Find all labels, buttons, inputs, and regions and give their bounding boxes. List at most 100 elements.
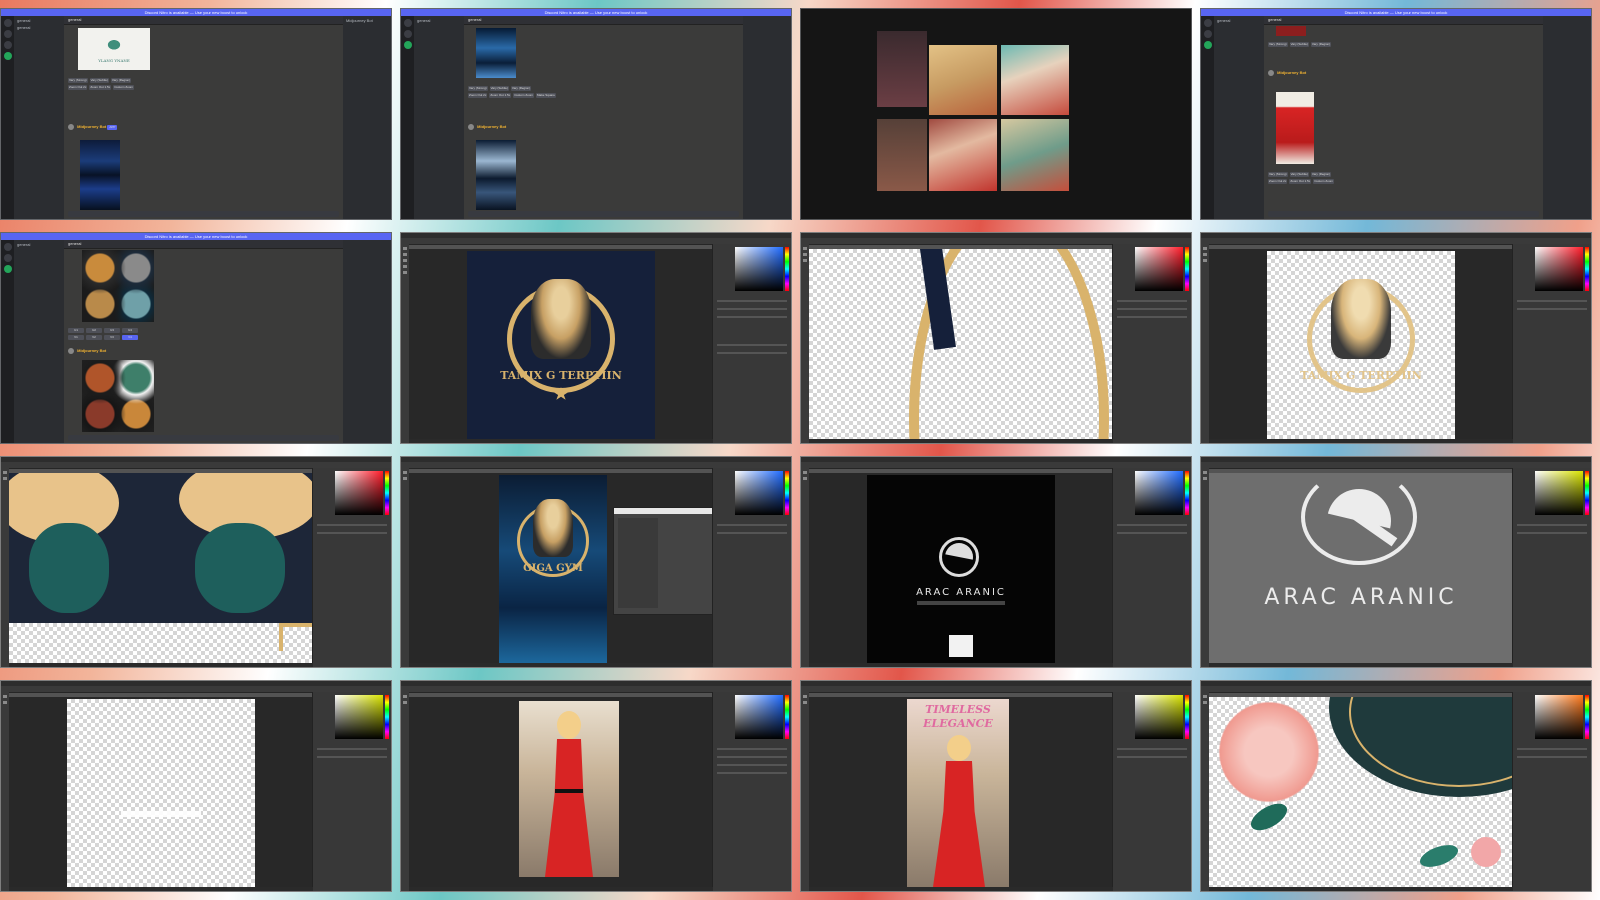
- preview-thumbnail[interactable]: [877, 31, 927, 107]
- color-picker[interactable]: [735, 247, 783, 291]
- ps-canvas-area[interactable]: [1209, 697, 1513, 887]
- ps-toolbar[interactable]: [801, 468, 809, 667]
- ps-canvas-area[interactable]: ARAC ARANIC: [809, 473, 1113, 663]
- midjourney-image[interactable]: [1276, 92, 1314, 164]
- color-picker[interactable]: [1535, 471, 1583, 515]
- ps-right-panel[interactable]: [1112, 692, 1191, 891]
- ps-right-panel[interactable]: [1112, 468, 1191, 667]
- ps-tool-icon[interactable]: [803, 471, 807, 474]
- ps-tool-icon[interactable]: [803, 253, 807, 256]
- ps-tool-icon[interactable]: [1203, 695, 1207, 698]
- ps-right-panel[interactable]: [712, 692, 791, 891]
- custom-zoom-button[interactable]: Custom Zoom: [1313, 179, 1335, 184]
- ps-tool-icon[interactable]: [403, 265, 407, 268]
- gym-poster-canvas[interactable]: GIGA GYM: [499, 475, 607, 663]
- ps-tool-icon[interactable]: [1203, 247, 1207, 250]
- preview-thumbnail[interactable]: [877, 119, 927, 191]
- color-picker[interactable]: [335, 471, 383, 515]
- add-server-icon[interactable]: [403, 41, 412, 49]
- ps-tool-icon[interactable]: [403, 695, 407, 698]
- color-picker[interactable]: [1535, 247, 1583, 291]
- ps-toolbar[interactable]: [1201, 468, 1209, 667]
- ps-tool-icon[interactable]: [803, 247, 807, 250]
- ps-tool-icon[interactable]: [3, 477, 7, 480]
- u2-button[interactable]: U2: [86, 328, 102, 333]
- hue-slider[interactable]: [385, 695, 389, 739]
- add-server-icon[interactable]: [3, 265, 12, 273]
- ps-right-panel[interactable]: [1512, 244, 1591, 443]
- midjourney-image[interactable]: YLANG YNANE: [78, 28, 150, 70]
- ps-tool-icon[interactable]: [1203, 253, 1207, 256]
- midjourney-image-grid[interactable]: [80, 140, 120, 210]
- ps-canvas-area[interactable]: [409, 697, 713, 887]
- ps-right-panel[interactable]: [1512, 692, 1591, 891]
- zoom-out-15x-button[interactable]: Zoom Out 1.5x: [1289, 179, 1312, 184]
- ps-canvas-area[interactable]: TIMELESS ELEGANCE: [809, 697, 1113, 887]
- ps-right-panel[interactable]: [1112, 244, 1191, 443]
- channel-item[interactable]: general: [17, 26, 61, 30]
- vary-region-button[interactable]: Vary (Region): [1310, 42, 1332, 47]
- midjourney-image-grid[interactable]: [82, 360, 154, 432]
- ps-tool-icon[interactable]: [3, 695, 7, 698]
- ps-toolbar[interactable]: [401, 468, 409, 667]
- color-picker[interactable]: [1135, 247, 1183, 291]
- ps-tool-icon[interactable]: [803, 259, 807, 262]
- v4-button[interactable]: V4: [122, 335, 138, 340]
- ps-tool-icon[interactable]: [403, 253, 407, 256]
- ps-tool-icon[interactable]: [3, 471, 7, 474]
- ps-canvas-area[interactable]: [9, 697, 313, 887]
- discord-server-icon[interactable]: [3, 30, 12, 38]
- channel-list[interactable]: general: [14, 240, 64, 443]
- ps-right-panel[interactable]: [312, 468, 391, 667]
- make-square-button[interactable]: Make Square: [536, 93, 556, 98]
- message-input[interactable]: [68, 435, 339, 441]
- vary-strong-button[interactable]: Vary (Strong): [468, 86, 488, 91]
- custom-zoom-button[interactable]: Custom Zoom: [113, 85, 135, 90]
- vary-strong-button[interactable]: Vary (Strong): [1268, 42, 1288, 47]
- zoom-out-15x-button[interactable]: Zoom Out 1.5x: [89, 85, 112, 90]
- ps-tool-icon[interactable]: [403, 271, 407, 274]
- ps-tool-icon[interactable]: [3, 701, 7, 704]
- ps-toolbar[interactable]: [1201, 692, 1209, 891]
- ps-right-panel[interactable]: [1512, 468, 1591, 667]
- gym-logo-canvas[interactable]: TAMIX G TERPTIIN: [467, 251, 655, 439]
- ps-toolbar[interactable]: [1201, 244, 1209, 443]
- vary-region-button[interactable]: Vary (Region): [1310, 172, 1332, 177]
- transparent-canvas[interactable]: [67, 699, 255, 887]
- v3-button[interactable]: V3: [104, 335, 120, 340]
- hue-slider[interactable]: [1185, 695, 1189, 739]
- color-picker[interactable]: [335, 695, 383, 739]
- hue-slider[interactable]: [1185, 247, 1189, 291]
- add-server-icon[interactable]: [1203, 41, 1212, 49]
- server-list[interactable]: [1, 240, 14, 443]
- message-input[interactable]: [468, 211, 739, 217]
- v2-button[interactable]: V2: [86, 335, 102, 340]
- channel-list[interactable]: general: [1214, 16, 1264, 219]
- ps-tool-icon[interactable]: [403, 471, 407, 474]
- midjourney-image[interactable]: [476, 28, 516, 78]
- channel-list[interactable]: general: [414, 16, 464, 219]
- color-picker[interactable]: [1135, 471, 1183, 515]
- preview-image-2[interactable]: [1001, 45, 1069, 115]
- ps-tool-icon[interactable]: [1203, 701, 1207, 704]
- ps-right-panel[interactable]: [712, 244, 791, 443]
- ps-toolbar[interactable]: [1, 468, 9, 667]
- zoom-out-2x-button[interactable]: Zoom Out 2x: [68, 85, 88, 90]
- discord-server-icon[interactable]: [403, 30, 412, 38]
- message-input[interactable]: [68, 211, 339, 217]
- hue-slider[interactable]: [785, 695, 789, 739]
- u1-button[interactable]: U1: [68, 328, 84, 333]
- hue-slider[interactable]: [385, 471, 389, 515]
- discord-server-icon[interactable]: [3, 19, 12, 27]
- retro-poster-canvas[interactable]: [519, 701, 619, 877]
- server-list[interactable]: [1201, 16, 1214, 219]
- color-picker[interactable]: [1135, 695, 1183, 739]
- ps-tool-icon[interactable]: [803, 477, 807, 480]
- u4-button[interactable]: U4: [122, 328, 138, 333]
- channel-item[interactable]: general: [417, 19, 461, 23]
- ps-toolbar[interactable]: [801, 692, 809, 891]
- preview-image-1[interactable]: [929, 45, 997, 115]
- vary-subtle-button[interactable]: Vary (Subtle): [489, 86, 509, 91]
- midjourney-image[interactable]: [1276, 26, 1306, 36]
- u3-button[interactable]: U3: [104, 328, 120, 333]
